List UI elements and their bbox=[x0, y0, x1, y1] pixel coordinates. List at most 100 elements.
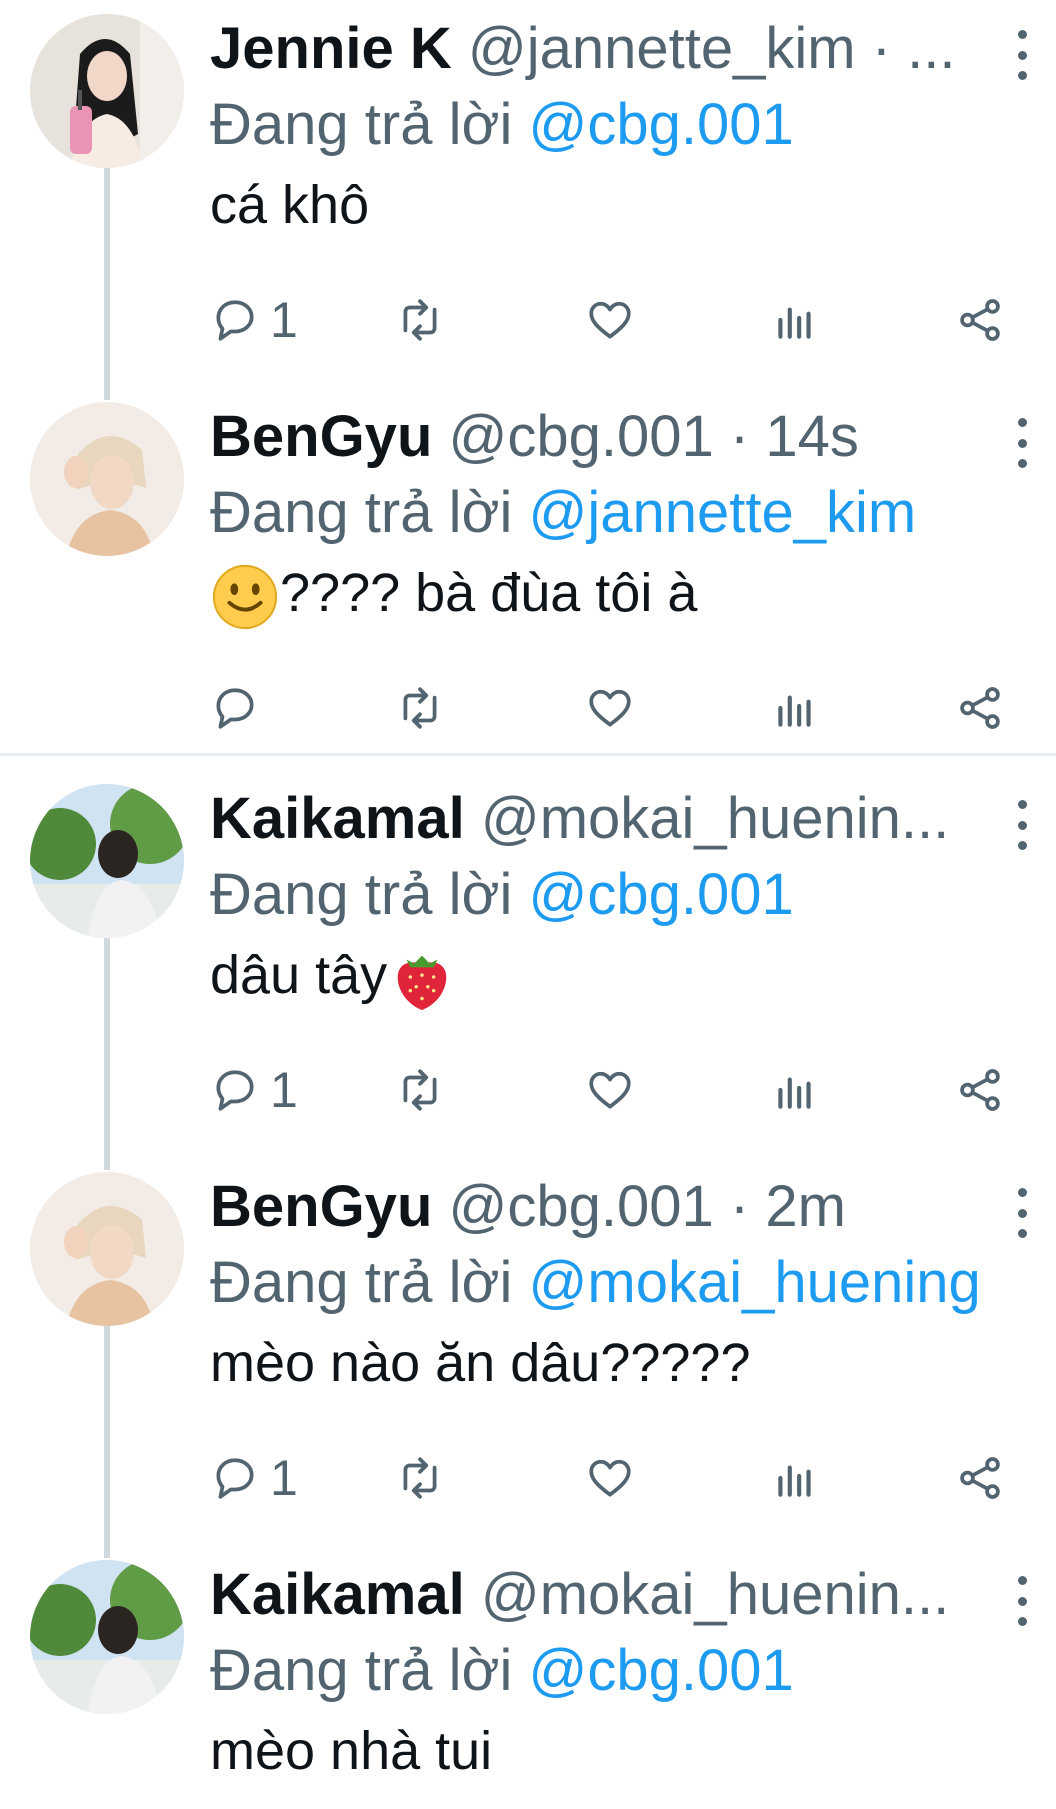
tweet-text-content: mèo nào ăn dâu????? bbox=[210, 1333, 751, 1393]
share-button[interactable] bbox=[955, 1448, 1005, 1508]
tweet-header: Kaikamal @mokai_huenin... bbox=[210, 782, 990, 856]
share-button[interactable] bbox=[955, 290, 1005, 350]
like-button[interactable] bbox=[585, 1448, 635, 1508]
analytics-button[interactable] bbox=[770, 1448, 820, 1508]
display-name[interactable]: Kaikamal bbox=[210, 786, 465, 851]
display-name[interactable]: BenGyu bbox=[210, 1174, 432, 1239]
action-bar: 1 bbox=[210, 1060, 1030, 1120]
reply-icon bbox=[216, 688, 254, 729]
user-handle[interactable]: @cbg.001 · 14s bbox=[449, 404, 859, 469]
reply-button[interactable]: 1 bbox=[210, 1448, 298, 1508]
tweet-text-content: dâu tây bbox=[210, 945, 388, 1005]
retweet-button[interactable] bbox=[395, 678, 445, 738]
share-icon bbox=[960, 299, 1000, 341]
replying-to: Đang trả lời @mokai_huening bbox=[210, 1246, 981, 1320]
avatar-photo-blond bbox=[30, 402, 184, 556]
replying-to-mention[interactable]: @jannette_kim bbox=[529, 480, 917, 545]
heart-icon bbox=[589, 1459, 631, 1497]
share-button[interactable] bbox=[955, 678, 1005, 738]
share-icon bbox=[960, 1069, 1000, 1111]
replying-to-label: Đang trả lời bbox=[210, 1638, 529, 1703]
slightly-smiling-face-emoji bbox=[210, 562, 280, 632]
more-options-icon[interactable] bbox=[1010, 800, 1034, 850]
replying-to: Đang trả lời @cbg.001 bbox=[210, 858, 794, 932]
avatar[interactable] bbox=[30, 1560, 184, 1714]
more-options-icon[interactable] bbox=[1010, 1576, 1034, 1626]
replying-to: Đang trả lời @jannette_kim bbox=[210, 476, 916, 550]
retweet-icon bbox=[403, 1457, 437, 1499]
reply-count: 1 bbox=[270, 1062, 298, 1118]
display-name[interactable]: Jennie K bbox=[210, 16, 452, 81]
thread-connector-line bbox=[104, 938, 110, 1170]
analytics-button[interactable] bbox=[770, 290, 820, 350]
display-name[interactable]: Kaikamal bbox=[210, 1562, 465, 1627]
tweet[interactable]: Kaikamal @mokai_huenin... Đang trả lời @… bbox=[0, 1546, 1056, 1809]
tweet[interactable]: BenGyu @cbg.001 · 14s Đang trả lời @jann… bbox=[0, 388, 1056, 754]
user-handle[interactable]: @jannette_kim · ... bbox=[468, 16, 956, 81]
tweet[interactable]: BenGyu @cbg.001 · 2m Đang trả lời @mokai… bbox=[0, 1158, 1056, 1558]
reply-button[interactable] bbox=[210, 678, 270, 738]
reply-count: 1 bbox=[270, 292, 298, 348]
tweet-header: Kaikamal @mokai_huenin... bbox=[210, 1558, 990, 1632]
replying-to: Đang trả lời @cbg.001 bbox=[210, 1634, 794, 1708]
display-name[interactable]: BenGyu bbox=[210, 404, 432, 469]
tweet-divider bbox=[0, 753, 1056, 756]
strawberry-emoji bbox=[387, 944, 457, 1014]
user-handle[interactable]: @mokai_huenin... bbox=[481, 1562, 949, 1627]
like-button[interactable] bbox=[585, 290, 635, 350]
like-button[interactable] bbox=[585, 1060, 635, 1120]
retweet-icon bbox=[403, 299, 437, 341]
avatar[interactable] bbox=[30, 14, 184, 168]
user-handle[interactable]: @cbg.001 · 2m bbox=[449, 1174, 846, 1239]
action-bar: 1 bbox=[210, 290, 1030, 350]
avatar[interactable] bbox=[30, 402, 184, 556]
avatar[interactable] bbox=[30, 784, 184, 938]
reply-button[interactable]: 1 bbox=[210, 1060, 298, 1120]
user-handle[interactable]: @mokai_huenin... bbox=[481, 786, 949, 851]
tweet-text: cá khô bbox=[210, 168, 369, 242]
reply-icon bbox=[216, 300, 254, 341]
retweet-button[interactable] bbox=[395, 290, 445, 350]
thread-connector-line bbox=[104, 168, 110, 400]
analytics-icon bbox=[778, 1465, 811, 1497]
tweet-header: Jennie K @jannette_kim · ... bbox=[210, 12, 990, 86]
retweet-button[interactable] bbox=[395, 1448, 445, 1508]
more-options-icon[interactable] bbox=[1010, 418, 1034, 468]
reply-thread-feed: Jennie K @jannette_kim · ... Đang trả lờ… bbox=[0, 0, 1056, 1809]
retweet-button[interactable] bbox=[395, 1060, 445, 1120]
reply-icon bbox=[216, 1070, 254, 1111]
tweet-header: BenGyu @cbg.001 · 2m bbox=[210, 1170, 990, 1244]
share-button[interactable] bbox=[955, 1060, 1005, 1120]
more-options-icon[interactable] bbox=[1010, 1188, 1034, 1238]
action-bar: 1 bbox=[210, 1448, 1030, 1508]
tweet-text-content: mèo nhà tui bbox=[210, 1721, 493, 1781]
replying-to-mention[interactable]: @cbg.001 bbox=[529, 1638, 794, 1703]
avatar-photo-trees bbox=[30, 1560, 184, 1714]
tweet-text: mèo nào ăn dâu????? bbox=[210, 1326, 750, 1400]
avatar-photo-blond bbox=[30, 1172, 184, 1326]
replying-to-mention[interactable]: @cbg.001 bbox=[529, 92, 794, 157]
avatar-photo-trees bbox=[30, 784, 184, 938]
share-icon bbox=[960, 1457, 1000, 1499]
tweet-header: BenGyu @cbg.001 · 14s bbox=[210, 400, 990, 474]
more-options-icon[interactable] bbox=[1010, 30, 1034, 80]
share-icon bbox=[960, 687, 1000, 729]
avatar-photo-pink-drink bbox=[30, 14, 184, 168]
tweet-text: ???? bà đùa tôi à bbox=[210, 556, 697, 632]
reply-button[interactable]: 1 bbox=[210, 290, 298, 350]
analytics-button[interactable] bbox=[770, 678, 820, 738]
replying-to: Đang trả lời @cbg.001 bbox=[210, 88, 794, 162]
reply-icon bbox=[216, 1458, 254, 1499]
analytics-icon bbox=[778, 1077, 811, 1109]
replying-to-label: Đang trả lời bbox=[210, 862, 529, 927]
like-button[interactable] bbox=[585, 678, 635, 738]
tweet-text-content: cá khô bbox=[210, 175, 370, 235]
replying-to-mention[interactable]: @cbg.001 bbox=[529, 862, 794, 927]
tweet[interactable]: Kaikamal @mokai_huenin... Đang trả lời @… bbox=[0, 770, 1056, 1170]
tweet[interactable]: Jennie K @jannette_kim · ... Đang trả lờ… bbox=[0, 0, 1056, 400]
avatar[interactable] bbox=[30, 1172, 184, 1326]
tweet-text: mèo nhà tui bbox=[210, 1714, 492, 1788]
replying-to-mention[interactable]: @mokai_huening bbox=[529, 1250, 981, 1315]
heart-icon bbox=[589, 1071, 631, 1109]
analytics-button[interactable] bbox=[770, 1060, 820, 1120]
